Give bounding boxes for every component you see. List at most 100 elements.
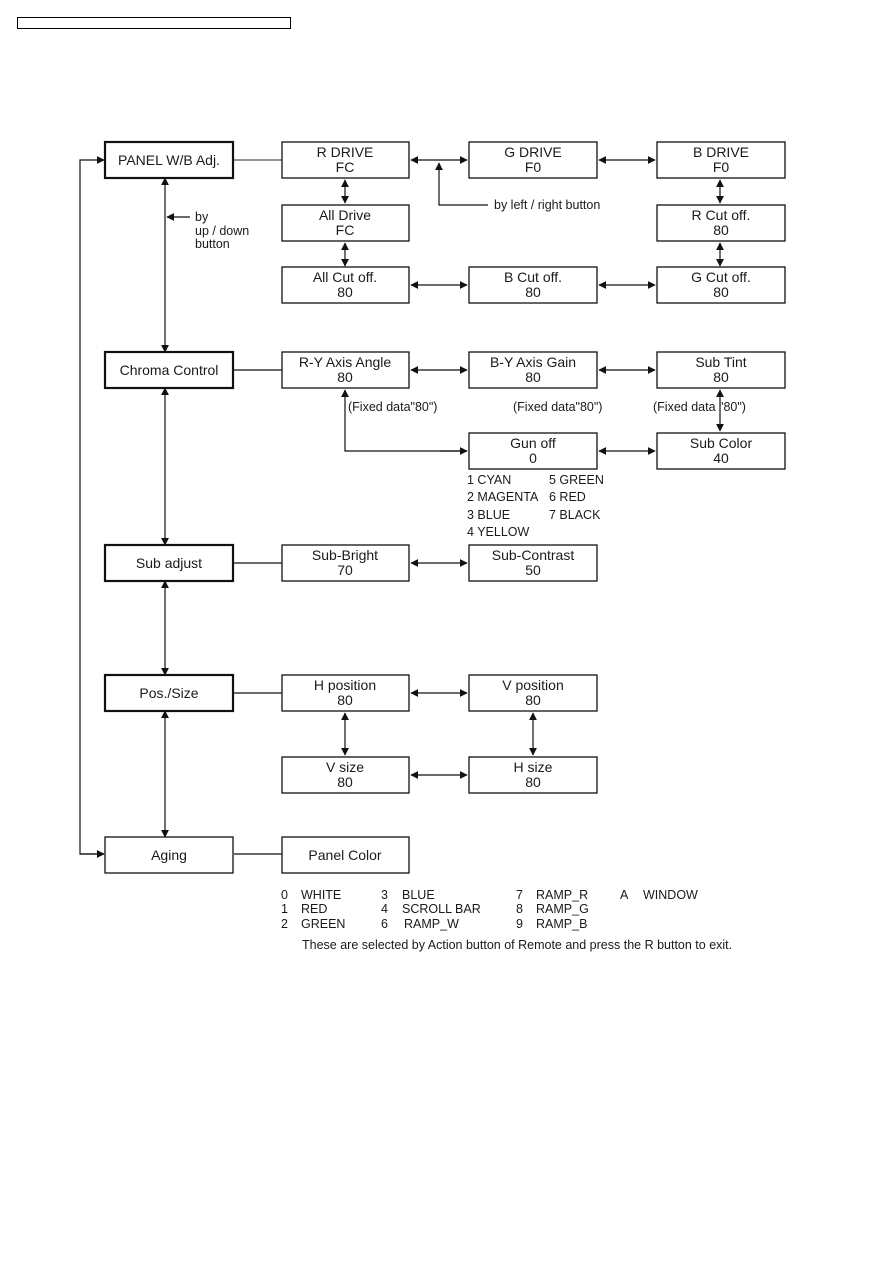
menu-panel-wb[interactable]: PANEL W/B Adj. <box>103 140 235 180</box>
menu-sub-adjust-label: Sub adjust <box>136 555 202 571</box>
color-code: 1 <box>281 902 288 916</box>
b-cutoff-name: B Cut off. <box>504 269 562 285</box>
menu-panel-wb-label: PANEL W/B Adj. <box>118 152 220 168</box>
item-h-position[interactable]: H position 80 <box>281 674 410 712</box>
gun-off-name: Gun off <box>510 435 556 451</box>
h-position-value: 80 <box>337 692 353 708</box>
v-position-value: 80 <box>525 692 541 708</box>
left-right-note: by left / right button <box>494 198 600 212</box>
item-gun-off[interactable]: Gun off 0 <box>468 432 598 470</box>
color-name: GREEN <box>301 917 345 931</box>
h-size-name: H size <box>514 759 553 775</box>
v-size-value: 80 <box>337 774 353 790</box>
menu-aging-label: Aging <box>151 847 187 863</box>
item-h-size[interactable]: H size 80 <box>468 756 598 794</box>
item-v-position[interactable]: V position 80 <box>468 674 598 712</box>
r-drive-name: R DRIVE <box>317 144 374 160</box>
g-drive-name: G DRIVE <box>504 144 562 160</box>
panel-color-name: Panel Color <box>308 847 381 863</box>
item-all-drive[interactable]: All Drive FC <box>281 204 410 242</box>
gun-off-option: 4 YELLOW <box>467 525 530 539</box>
menu-chroma-control[interactable]: Chroma Control <box>103 350 235 390</box>
item-sub-tint[interactable]: Sub Tint 80 <box>656 351 786 389</box>
sub-color-value: 40 <box>713 450 729 466</box>
menu-sub-adjust[interactable]: Sub adjust <box>103 543 235 583</box>
item-ry-axis-angle[interactable]: R-Y Axis Angle 80 <box>281 351 410 389</box>
all-drive-name: All Drive <box>319 207 371 223</box>
color-name: RAMP_G <box>536 902 589 916</box>
color-name: WHITE <box>301 888 341 902</box>
sub-contrast-value: 50 <box>525 562 541 578</box>
color-name: BLUE <box>402 888 435 902</box>
item-g-drive[interactable]: G DRIVE F0 <box>468 141 598 179</box>
g-cutoff-value: 80 <box>713 284 729 300</box>
gun-off-option: 7 BLACK <box>549 508 601 522</box>
r-cutoff-value: 80 <box>713 222 729 238</box>
return-loop-connector <box>79 156 105 855</box>
gun-off-option: 3 BLUE <box>467 508 510 522</box>
gun-off-option: 1 CYAN <box>467 473 511 487</box>
gun-off-option: 2 MAGENTA <box>467 490 539 504</box>
v-position-name: V position <box>502 677 563 693</box>
b-drive-value: F0 <box>713 159 730 175</box>
fixed-note-ry: (Fixed data"80") <box>348 400 437 414</box>
up-down-note-2: up / down <box>195 224 249 238</box>
item-by-axis-gain[interactable]: B-Y Axis Gain 80 <box>468 351 598 389</box>
menu-pos-size-label: Pos./Size <box>139 685 198 701</box>
color-name: SCROLL BAR <box>402 902 481 916</box>
item-r-cutoff[interactable]: R Cut off. 80 <box>656 204 786 242</box>
color-code: 8 <box>516 902 523 916</box>
item-sub-contrast[interactable]: Sub-Contrast 50 <box>468 544 598 582</box>
item-panel-color[interactable]: Panel Color <box>281 836 410 874</box>
item-b-drive[interactable]: B DRIVE F0 <box>656 141 786 179</box>
all-cutoff-value: 80 <box>337 284 353 300</box>
color-code: 9 <box>516 917 523 931</box>
g-drive-value: F0 <box>525 159 542 175</box>
h-size-value: 80 <box>525 774 541 790</box>
g-cutoff-name: G Cut off. <box>691 269 751 285</box>
gun-off-option: 6 RED <box>549 490 586 504</box>
by-gain-value: 80 <box>525 369 541 385</box>
by-gain-name: B-Y Axis Gain <box>490 354 576 370</box>
ry-angle-name: R-Y Axis Angle <box>299 354 392 370</box>
fixed-note-tint: (Fixed data "80") <box>653 400 746 414</box>
sub-color-name: Sub Color <box>690 435 753 451</box>
color-code: 0 <box>281 888 288 902</box>
color-name: WINDOW <box>643 888 698 902</box>
color-name: RAMP_R <box>536 888 588 902</box>
menu-aging[interactable]: Aging <box>104 836 234 874</box>
up-down-note-3: button <box>195 237 230 251</box>
up-down-note-1: by <box>195 210 209 224</box>
b-cutoff-value: 80 <box>525 284 541 300</box>
color-name: RAMP_B <box>536 917 587 931</box>
item-all-cutoff[interactable]: All Cut off. 80 <box>281 266 410 304</box>
color-code: 2 <box>281 917 288 931</box>
sub-bright-name: Sub-Bright <box>312 547 378 563</box>
item-sub-bright[interactable]: Sub-Bright 70 <box>281 544 410 582</box>
all-cutoff-name: All Cut off. <box>313 269 377 285</box>
ry-angle-value: 80 <box>337 369 353 385</box>
b-drive-name: B DRIVE <box>693 144 749 160</box>
menu-chroma-label: Chroma Control <box>120 362 219 378</box>
r-cutoff-name: R Cut off. <box>692 207 751 223</box>
item-r-drive[interactable]: R DRIVE FC <box>281 141 410 179</box>
sub-contrast-name: Sub-Contrast <box>492 547 575 563</box>
v-size-name: V size <box>326 759 364 775</box>
item-b-cutoff[interactable]: B Cut off. 80 <box>468 266 598 304</box>
fixed-note-by: (Fixed data"80") <box>513 400 602 414</box>
color-code: 6 <box>381 917 388 931</box>
aging-footnote: These are selected by Action button of R… <box>302 938 732 952</box>
item-g-cutoff[interactable]: G Cut off. 80 <box>656 266 786 304</box>
color-code: 3 <box>381 888 388 902</box>
sub-bright-value: 70 <box>337 562 353 578</box>
sub-tint-value: 80 <box>713 369 729 385</box>
gun-off-option: 5 GREEN <box>549 473 604 487</box>
item-v-size[interactable]: V size 80 <box>281 756 410 794</box>
color-code: 7 <box>516 888 523 902</box>
h-position-name: H position <box>314 677 376 693</box>
color-name: RAMP_W <box>404 917 459 931</box>
all-drive-value: FC <box>336 222 355 238</box>
item-sub-color[interactable]: Sub Color 40 <box>656 432 786 470</box>
r-drive-value: FC <box>336 159 355 175</box>
menu-pos-size[interactable]: Pos./Size <box>103 673 235 713</box>
